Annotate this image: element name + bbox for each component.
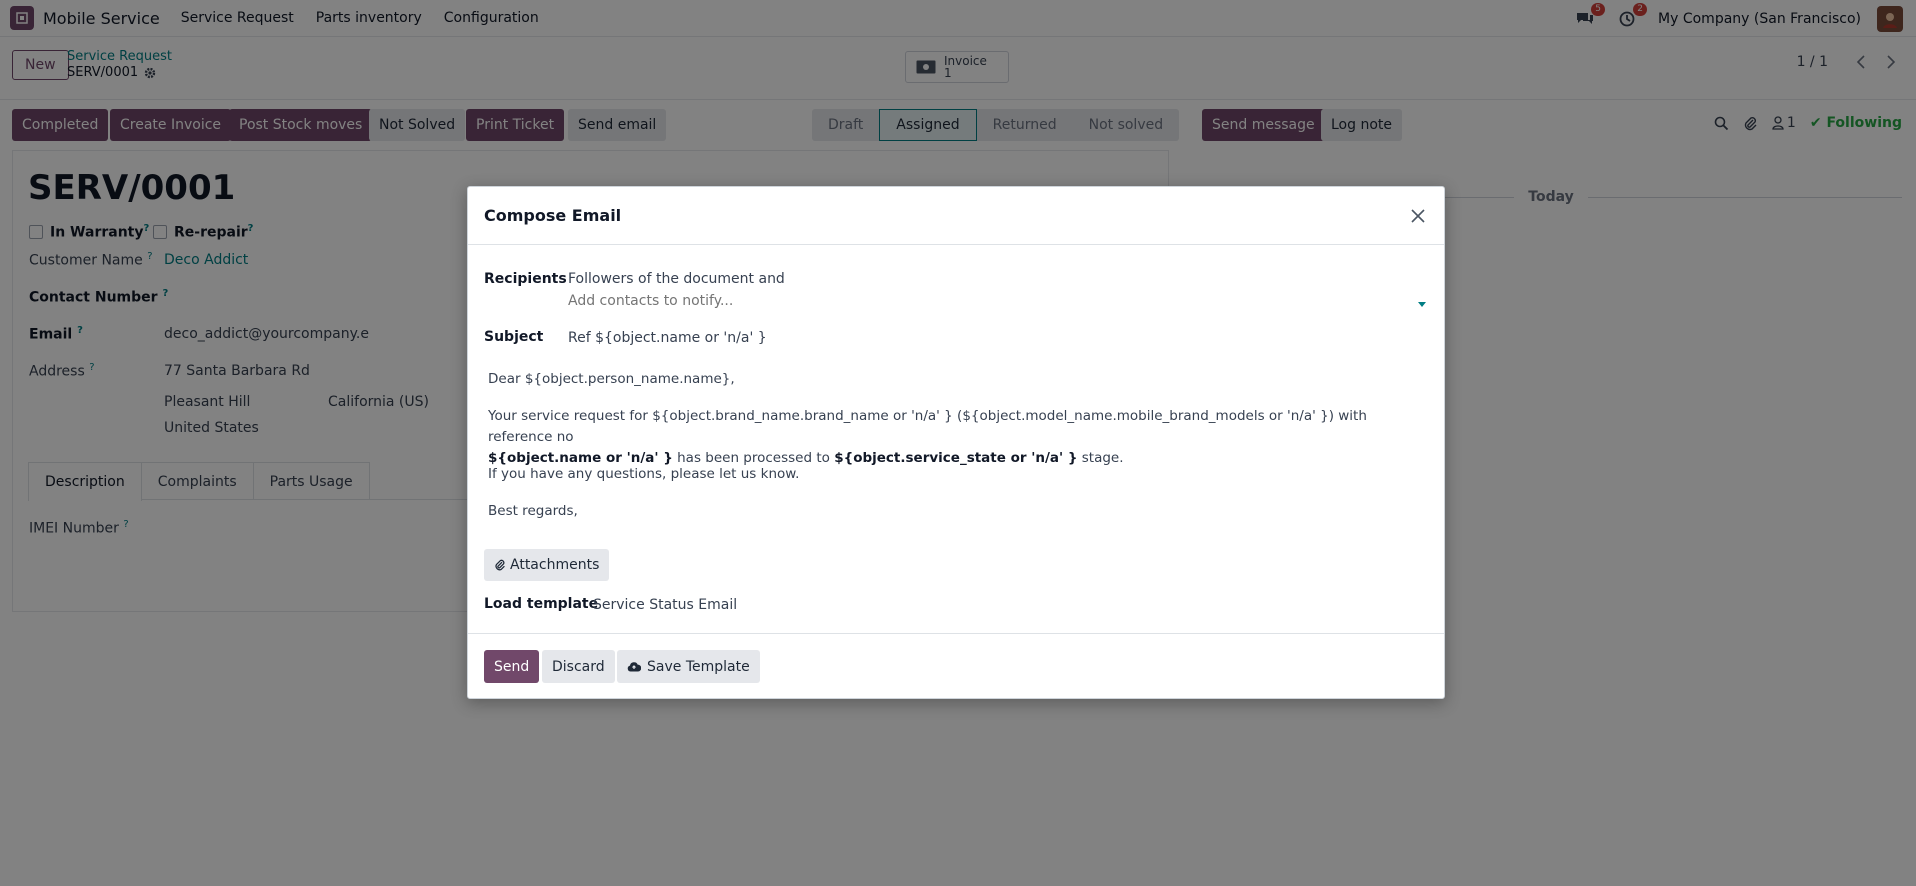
recipients-input[interactable] [568, 291, 1408, 311]
body-p1-a: Your service request for ${object.brand_… [488, 408, 1367, 445]
cloud-upload-icon [627, 662, 641, 672]
compose-email-dialog: Compose Email Recipients Followers of th… [467, 186, 1445, 699]
chevron-down-icon[interactable] [1418, 302, 1426, 307]
paperclip-icon [495, 559, 505, 571]
email-body-questions[interactable]: If you have any questions, please let us… [488, 464, 799, 485]
discard-button[interactable]: Discard [542, 650, 615, 683]
modal-footer: Send Discard Save Template [468, 633, 1444, 699]
email-body-paragraph[interactable]: Your service request for ${object.brand_… [488, 406, 1428, 469]
body-p1-e: stage. [1077, 450, 1124, 466]
subject-input[interactable]: Ref ${object.name or 'n/a' } [568, 330, 767, 346]
save-template-button[interactable]: Save Template [617, 650, 760, 683]
email-body-greeting[interactable]: Dear ${object.person_name.name}, [488, 369, 735, 390]
body-p1-d: ${object.service_state or 'n/a' } [834, 450, 1078, 466]
email-body-signoff[interactable]: Best regards, [488, 501, 578, 522]
save-template-label: Save Template [647, 658, 750, 675]
modal-header: Compose Email [468, 187, 1444, 245]
close-button[interactable] [1408, 206, 1428, 226]
close-icon [1411, 209, 1425, 223]
modal-title: Compose Email [484, 206, 622, 225]
recipients-followers-text: Followers of the document and [568, 271, 785, 287]
attachments-label: Attachments [510, 557, 600, 573]
recipients-label: Recipients [484, 271, 567, 287]
load-template-label: Load template [484, 596, 599, 612]
subject-label: Subject [484, 329, 544, 345]
load-template-select[interactable]: Service Status Email [593, 597, 737, 613]
send-button[interactable]: Send [484, 650, 540, 683]
attachments-button[interactable]: Attachments [484, 549, 610, 581]
